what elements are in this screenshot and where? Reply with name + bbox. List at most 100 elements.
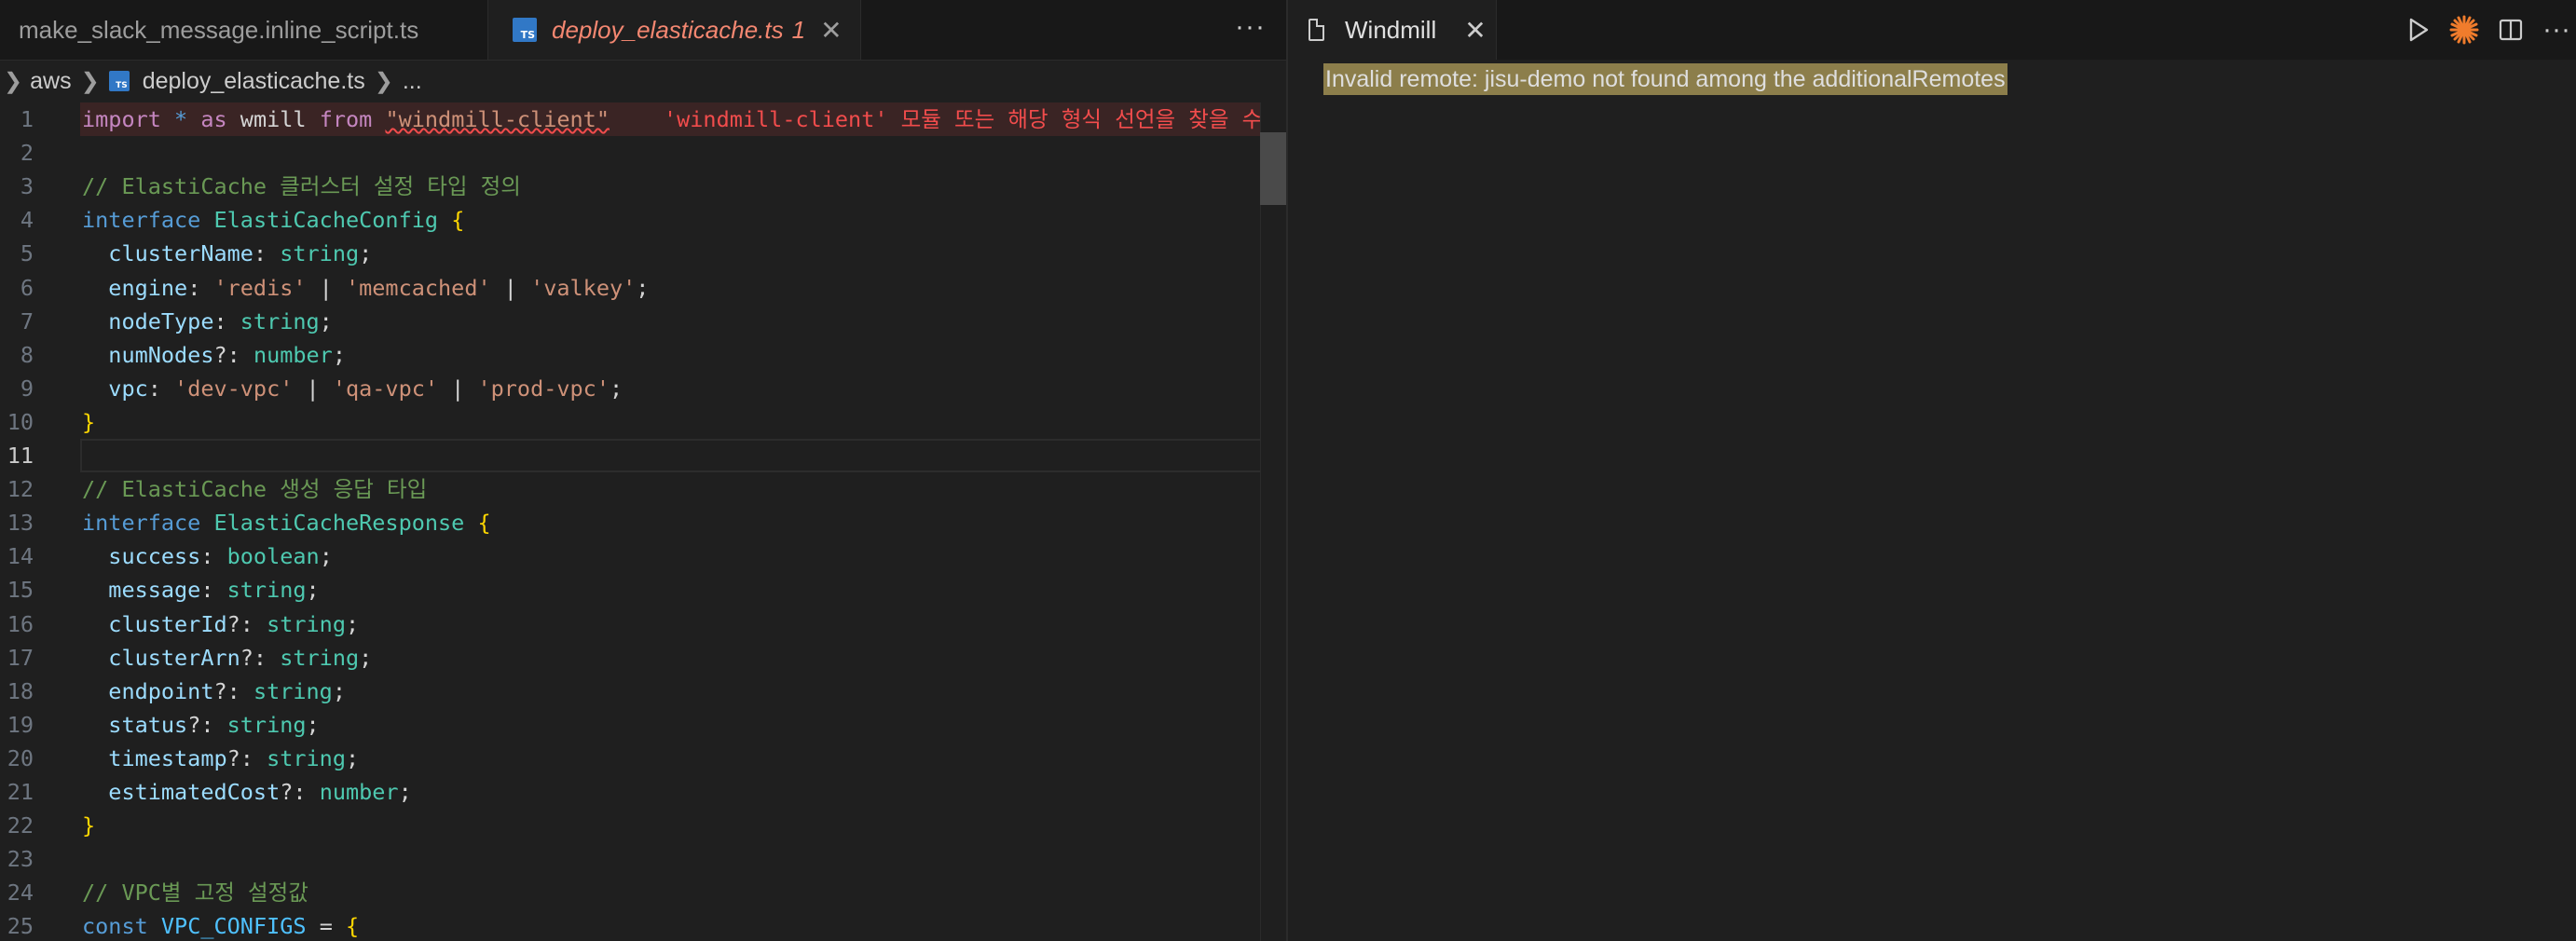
code-token: | xyxy=(438,375,478,402)
problem-count-badge: 1 xyxy=(791,15,806,44)
split-editor-icon[interactable] xyxy=(2498,17,2524,43)
code-token: wmill xyxy=(226,106,320,132)
code-token: } xyxy=(82,812,96,839)
code-line[interactable]: 4 interface ElastiCacheConfig { xyxy=(0,203,1260,237)
breadcrumb-file[interactable]: deploy_elasticache.ts xyxy=(143,68,365,95)
code-text: endpoint?: string; xyxy=(82,675,346,708)
line-number: 4 xyxy=(20,207,34,234)
code-token: timestamp xyxy=(108,744,227,771)
code-line[interactable]: 1 import * as wmill from "windmill-client… xyxy=(0,102,1260,136)
breadcrumb-more[interactable]: ... xyxy=(403,68,422,95)
code-text: vpc: 'dev-vpc' | 'qa-vpc' | 'prod-vpc'; xyxy=(82,372,623,405)
code-line[interactable]: 13 interface ElastiCacheResponse { xyxy=(0,506,1260,539)
code-token: ; xyxy=(319,307,333,334)
code-line[interactable]: 5 clusterName: string; xyxy=(0,237,1260,270)
code-token: ?: xyxy=(187,711,227,738)
code-text: numNodes?: number; xyxy=(82,338,346,372)
code-token: VPC_CONFIGS xyxy=(160,913,307,940)
code-line[interactable]: 17 clusterArn?: string; xyxy=(0,641,1260,675)
code-token: clusterArn xyxy=(108,644,240,671)
code-line[interactable]: 3 // ElastiCache 클러스터 설정 타입 정의 xyxy=(0,170,1260,203)
code-token: string xyxy=(267,610,346,637)
tab-deploy-elasticache[interactable]: TS deploy_elasticache.ts 1 ✕ xyxy=(488,0,861,60)
code-token: vpc xyxy=(108,375,148,402)
code-line[interactable]: 11 xyxy=(0,439,1260,472)
code-token: engine xyxy=(108,274,188,301)
code-editor[interactable]: 1 import * as wmill from "windmill-client… xyxy=(0,102,1260,941)
code-line[interactable]: 23 xyxy=(0,842,1260,876)
code-line[interactable]: 18 endpoint?: string; xyxy=(0,675,1260,708)
code-token: clusterName xyxy=(108,240,253,267)
line-number: 14 xyxy=(7,543,34,570)
code-token: | xyxy=(490,274,531,301)
code-token: ; xyxy=(332,677,346,704)
code-token: numNodes xyxy=(108,341,214,368)
code-line[interactable]: 9 vpc: 'dev-vpc' | 'qa-vpc' | 'prod-vpc'… xyxy=(0,372,1260,405)
code-line[interactable]: 15 message: string; xyxy=(0,573,1260,607)
close-icon[interactable]: ✕ xyxy=(820,15,842,46)
code-token: string xyxy=(280,644,360,671)
line-number: 15 xyxy=(7,577,34,604)
code-line[interactable]: 7 nodeType: string; xyxy=(0,305,1260,338)
code-line[interactable]: 8 numNodes?: number; xyxy=(0,338,1260,372)
line-number: 23 xyxy=(7,846,34,873)
code-line[interactable]: 20 timestamp?: string; xyxy=(0,742,1260,775)
code-token: ; xyxy=(345,610,360,637)
code-text: } xyxy=(82,405,95,439)
code-line[interactable]: 16 clusterId?: string; xyxy=(0,607,1260,641)
code-line[interactable]: 21 estimatedCost?: number; xyxy=(0,775,1260,809)
code-token: ; xyxy=(359,644,373,671)
code-line[interactable]: 25 const VPC_CONFIGS = { xyxy=(0,909,1260,941)
line-number: 5 xyxy=(20,240,34,267)
tab-label: deploy_elasticache.ts xyxy=(552,15,784,44)
ellipsis-icon[interactable]: ··· xyxy=(2542,14,2570,46)
editor-scrollbar[interactable] xyxy=(1260,102,1287,941)
error-message: Invalid remote: jisu-demo not found amon… xyxy=(1323,63,2007,95)
close-icon[interactable]: ✕ xyxy=(1464,15,1486,46)
run-icon[interactable] xyxy=(2406,17,2431,43)
code-token: from xyxy=(319,106,373,132)
line-number: 21 xyxy=(7,779,34,805)
code-line[interactable]: 2 xyxy=(0,136,1260,170)
chevron-right-icon: ❯ xyxy=(4,68,23,94)
code-token: const xyxy=(82,913,148,940)
code-token: number xyxy=(253,341,333,368)
code-token: { xyxy=(346,913,360,940)
line-number: 25 xyxy=(7,913,34,940)
more-actions-button[interactable]: ··· xyxy=(1235,0,1266,60)
code-line[interactable]: 14 success: boolean; xyxy=(0,539,1260,573)
line-number: 18 xyxy=(7,677,34,704)
code-text: nodeType: string; xyxy=(82,305,333,338)
line-number: 19 xyxy=(7,711,34,738)
code-line[interactable]: 19 status?: string; xyxy=(0,708,1260,742)
code-line[interactable]: 6 engine: 'redis' | 'memcached' | 'valke… xyxy=(0,271,1260,305)
code-token: : xyxy=(147,375,175,402)
code-line[interactable]: 10} xyxy=(0,405,1260,439)
code-token: status xyxy=(108,711,188,738)
scrollbar-thumb[interactable] xyxy=(1260,132,1286,205)
windmill-icon[interactable] xyxy=(2449,15,2479,45)
line-number: 11 xyxy=(7,443,34,469)
code-token: // VPC별 고정 설정값 xyxy=(82,880,308,907)
code-text: message: string; xyxy=(82,573,319,607)
breadcrumb-folder[interactable]: aws xyxy=(30,68,71,95)
code-token: = xyxy=(306,913,346,940)
code-line[interactable]: 22} xyxy=(0,809,1260,842)
code-token: } xyxy=(82,408,96,435)
line-number: 12 xyxy=(7,476,34,503)
code-line[interactable]: 24 // VPC별 고정 설정값 xyxy=(0,876,1260,909)
tab-windmill[interactable]: Windmill ✕ xyxy=(1288,0,1497,60)
code-text: interface ElastiCacheConfig { xyxy=(82,203,464,237)
code-line[interactable]: 12 // ElastiCache 생성 응답 타입 xyxy=(0,472,1260,506)
code-token: : xyxy=(213,307,240,334)
code-token: { xyxy=(451,207,465,234)
code-token: 'redis' xyxy=(213,274,307,301)
chevron-right-icon: ❯ xyxy=(80,68,100,94)
tab-make-slack-message[interactable]: make_slack_message.inline_script.ts xyxy=(0,0,488,60)
code-token: * xyxy=(174,106,188,132)
